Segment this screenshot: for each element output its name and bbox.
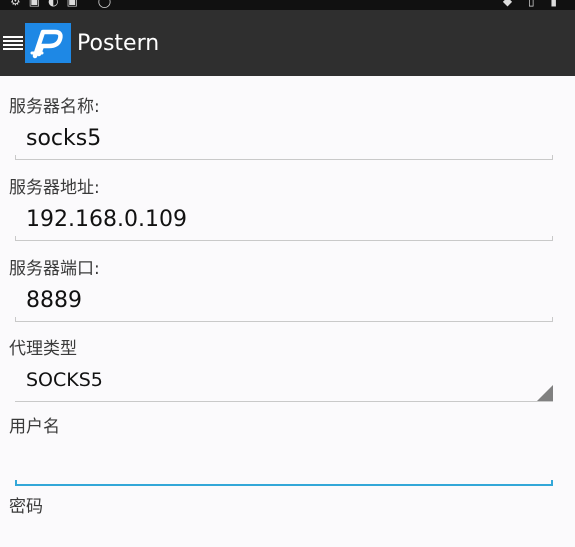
password-label: 密码 xyxy=(9,497,43,517)
status-bar: ⚙▣◐▣ ◯ ◆ ▯ ▮ xyxy=(0,0,575,10)
screen: ⚙▣◐▣ ◯ ◆ ▯ ▮ Postern 服务器名称: socks5 服务器地址… xyxy=(0,0,575,547)
proxy-type-label: 代理类型 xyxy=(9,339,77,359)
username-label: 用户名 xyxy=(9,417,60,437)
username-underline xyxy=(15,480,553,486)
proxy-type-underline xyxy=(15,401,553,402)
server-name-label: 服务器名称: xyxy=(9,97,100,117)
server-port-field[interactable]: 8889 xyxy=(15,282,553,322)
server-name-value: socks5 xyxy=(26,126,102,151)
proxy-type-dropdown[interactable]: SOCKS5 xyxy=(15,360,553,402)
server-name-underline xyxy=(15,155,553,160)
server-address-field[interactable]: 192.168.0.109 xyxy=(15,201,553,241)
server-address-label: 服务器地址: xyxy=(9,178,100,198)
server-port-value: 8889 xyxy=(26,288,82,313)
username-field[interactable] xyxy=(15,446,553,486)
server-port-underline xyxy=(15,317,553,322)
status-icons-right: ◆ ▯ ▮ xyxy=(502,0,563,8)
app-title: Postern xyxy=(77,30,160,56)
proxy-type-selected: SOCKS5 xyxy=(26,369,103,391)
action-bar: Postern xyxy=(0,10,575,76)
status-icons-left: ⚙▣◐▣ ◯ xyxy=(10,0,120,8)
server-address-value: 192.168.0.109 xyxy=(26,207,187,232)
postern-logo-icon[interactable] xyxy=(25,23,71,63)
hamburger-menu-icon[interactable] xyxy=(3,33,23,53)
server-name-field[interactable]: socks5 xyxy=(15,120,553,160)
server-port-label: 服务器端口: xyxy=(9,259,100,279)
server-address-underline xyxy=(15,236,553,241)
dropdown-arrow-icon xyxy=(537,385,553,401)
